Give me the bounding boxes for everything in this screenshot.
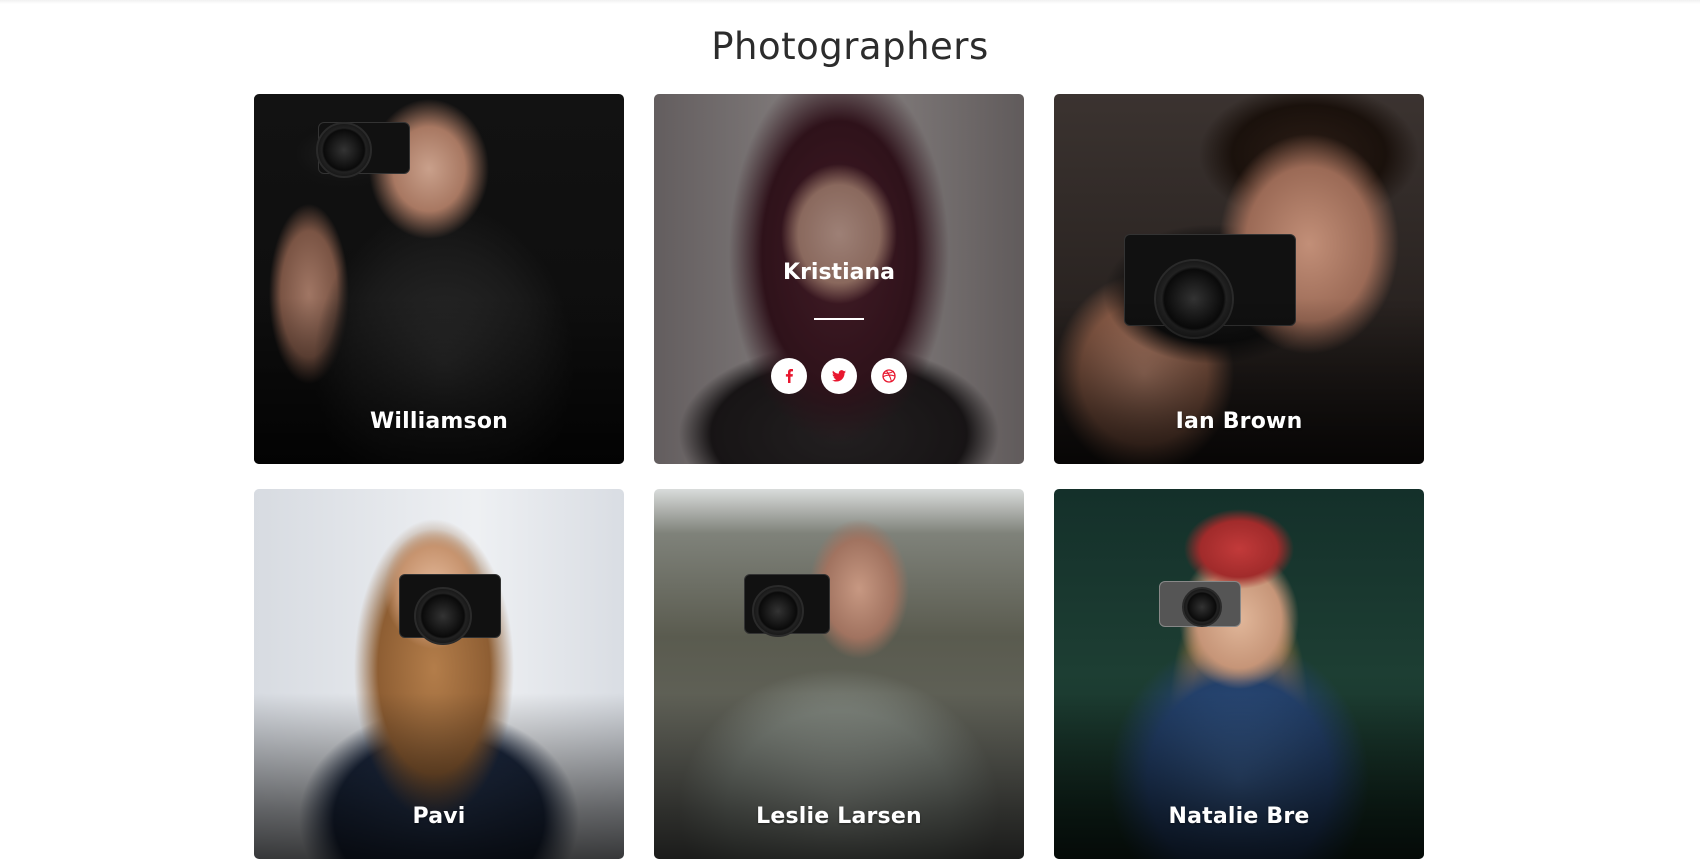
photographer-card-leslie-larsen[interactable]: Leslie Larsen [654,489,1024,859]
camera-lens [752,585,804,637]
page-title: Photographers [711,24,989,68]
facebook-icon [785,369,793,383]
photo-gradient [1054,297,1424,464]
name-divider [814,318,864,320]
dribbble-icon [882,369,896,383]
photographer-name: Williamson [369,409,509,434]
photographer-name: Leslie Larsen [756,804,922,829]
camera-lens [1182,587,1222,627]
photo-gradient [254,692,624,859]
photo-gradient [1054,692,1424,859]
photographer-card-kristiana[interactable]: Kristiana [654,94,1024,464]
camera-lens [316,122,372,178]
photographer-card-pavi[interactable]: Pavi [254,489,624,859]
photographer-name: Natalie Bre [1168,804,1310,829]
social-links [654,358,1024,394]
photo-gradient [654,692,1024,859]
photographer-name: Pavi [412,804,466,829]
twitter-button[interactable] [821,358,857,394]
dribbble-button[interactable] [871,358,907,394]
camera-lens [414,587,472,645]
photographer-name: Kristiana [783,260,895,285]
photographer-card-natalie-bre[interactable]: Natalie Bre [1054,489,1424,859]
photographer-card-williamson[interactable]: Williamson [254,94,624,464]
photographer-name: Ian Brown [1175,409,1303,434]
photo-gradient [254,297,624,464]
twitter-icon [832,370,846,382]
facebook-button[interactable] [771,358,807,394]
top-border [0,0,1700,4]
photographers-grid: Williamson Kristiana Ian Brown Pavi Lesl… [254,94,1424,859]
photographer-card-ian-brown[interactable]: Ian Brown [1054,94,1424,464]
